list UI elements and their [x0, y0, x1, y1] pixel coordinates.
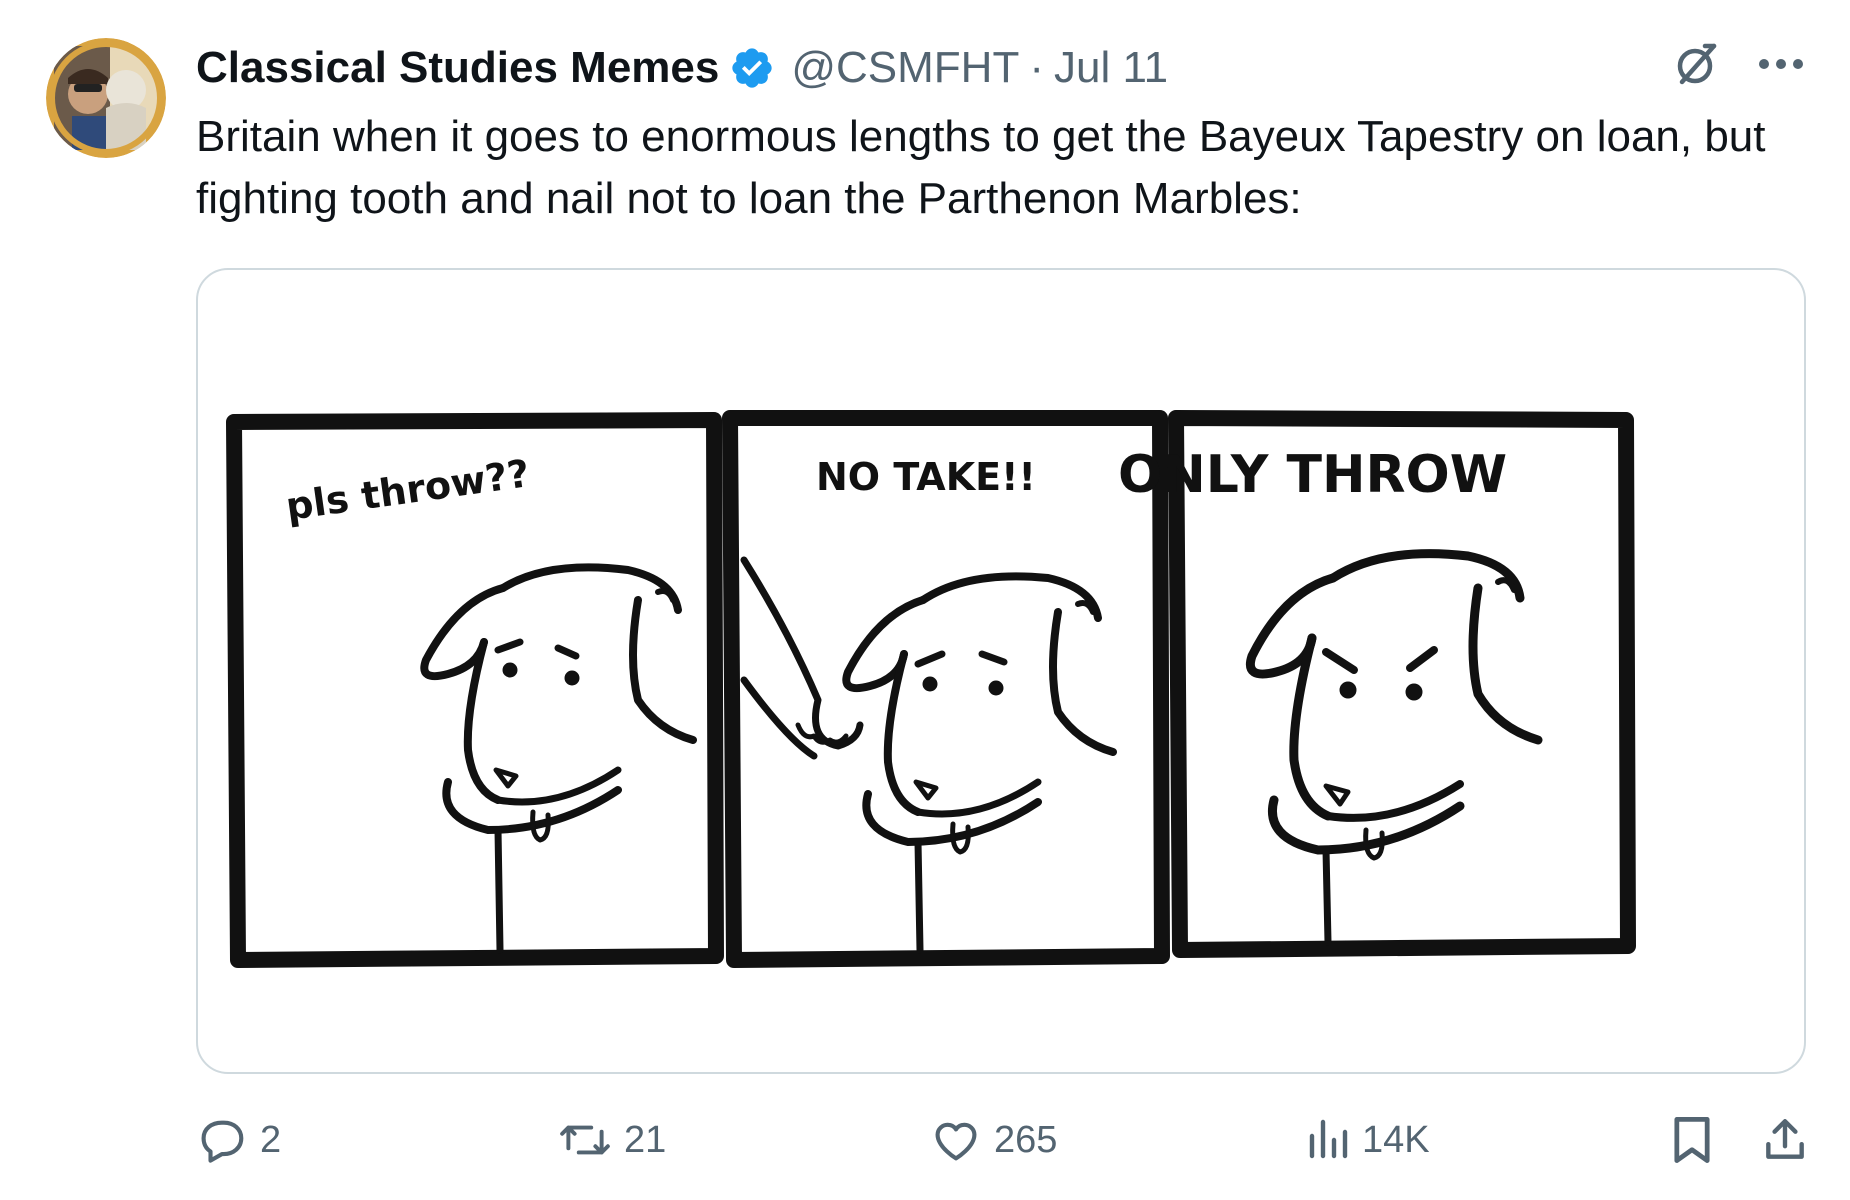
heart-icon	[935, 1122, 977, 1161]
views-icon	[1309, 1119, 1348, 1159]
reply-count: 2	[260, 1118, 282, 1161]
panel-1-caption: pls throw??	[283, 451, 532, 529]
tweet-header: Classical Studies Memes @CSMFHT · Jul 11	[196, 40, 1168, 96]
bookmark-button[interactable]	[1668, 1110, 1716, 1170]
more-options-icon[interactable]	[1758, 56, 1804, 77]
tweet-top-actions	[1672, 40, 1804, 93]
bookmark-icon	[1674, 1117, 1710, 1163]
views-button[interactable]: 14K	[1306, 1110, 1430, 1170]
grok-icon[interactable]	[1672, 40, 1720, 93]
panel-2-caption: NO TAKE!!	[816, 455, 1036, 499]
author-handle[interactable]: @CSMFHT	[791, 43, 1019, 93]
like-count: 265	[994, 1118, 1058, 1161]
author-display-name[interactable]: Classical Studies Memes	[196, 43, 719, 93]
share-button[interactable]	[1760, 1110, 1810, 1170]
author-avatar[interactable]	[46, 38, 166, 158]
views-count: 14K	[1362, 1118, 1430, 1161]
tweet-date[interactable]: Jul 11	[1054, 43, 1168, 93]
repost-count: 21	[624, 1118, 667, 1161]
repost-button[interactable]: 21	[558, 1110, 666, 1170]
panel-3-caption: ONLY THROW	[1118, 445, 1507, 505]
comic-image: pls throw?? NO TAKE!! ONLY THROW	[226, 410, 1636, 968]
repost-icon	[560, 1125, 610, 1155]
comic-panel-2	[722, 410, 1170, 968]
avatar-image	[46, 38, 166, 158]
header-separator: ·	[1029, 43, 1044, 92]
reply-button[interactable]: 2	[196, 1110, 281, 1170]
tweet-text: Britain when it goes to enormous lengths…	[196, 112, 1766, 223]
verified-badge-icon[interactable]	[729, 45, 775, 91]
tweet-media[interactable]: pls throw?? NO TAKE!! ONLY THROW	[196, 268, 1806, 1074]
share-icon	[1766, 1119, 1804, 1159]
like-button[interactable]: 265	[930, 1110, 1057, 1170]
reply-icon	[201, 1120, 244, 1163]
